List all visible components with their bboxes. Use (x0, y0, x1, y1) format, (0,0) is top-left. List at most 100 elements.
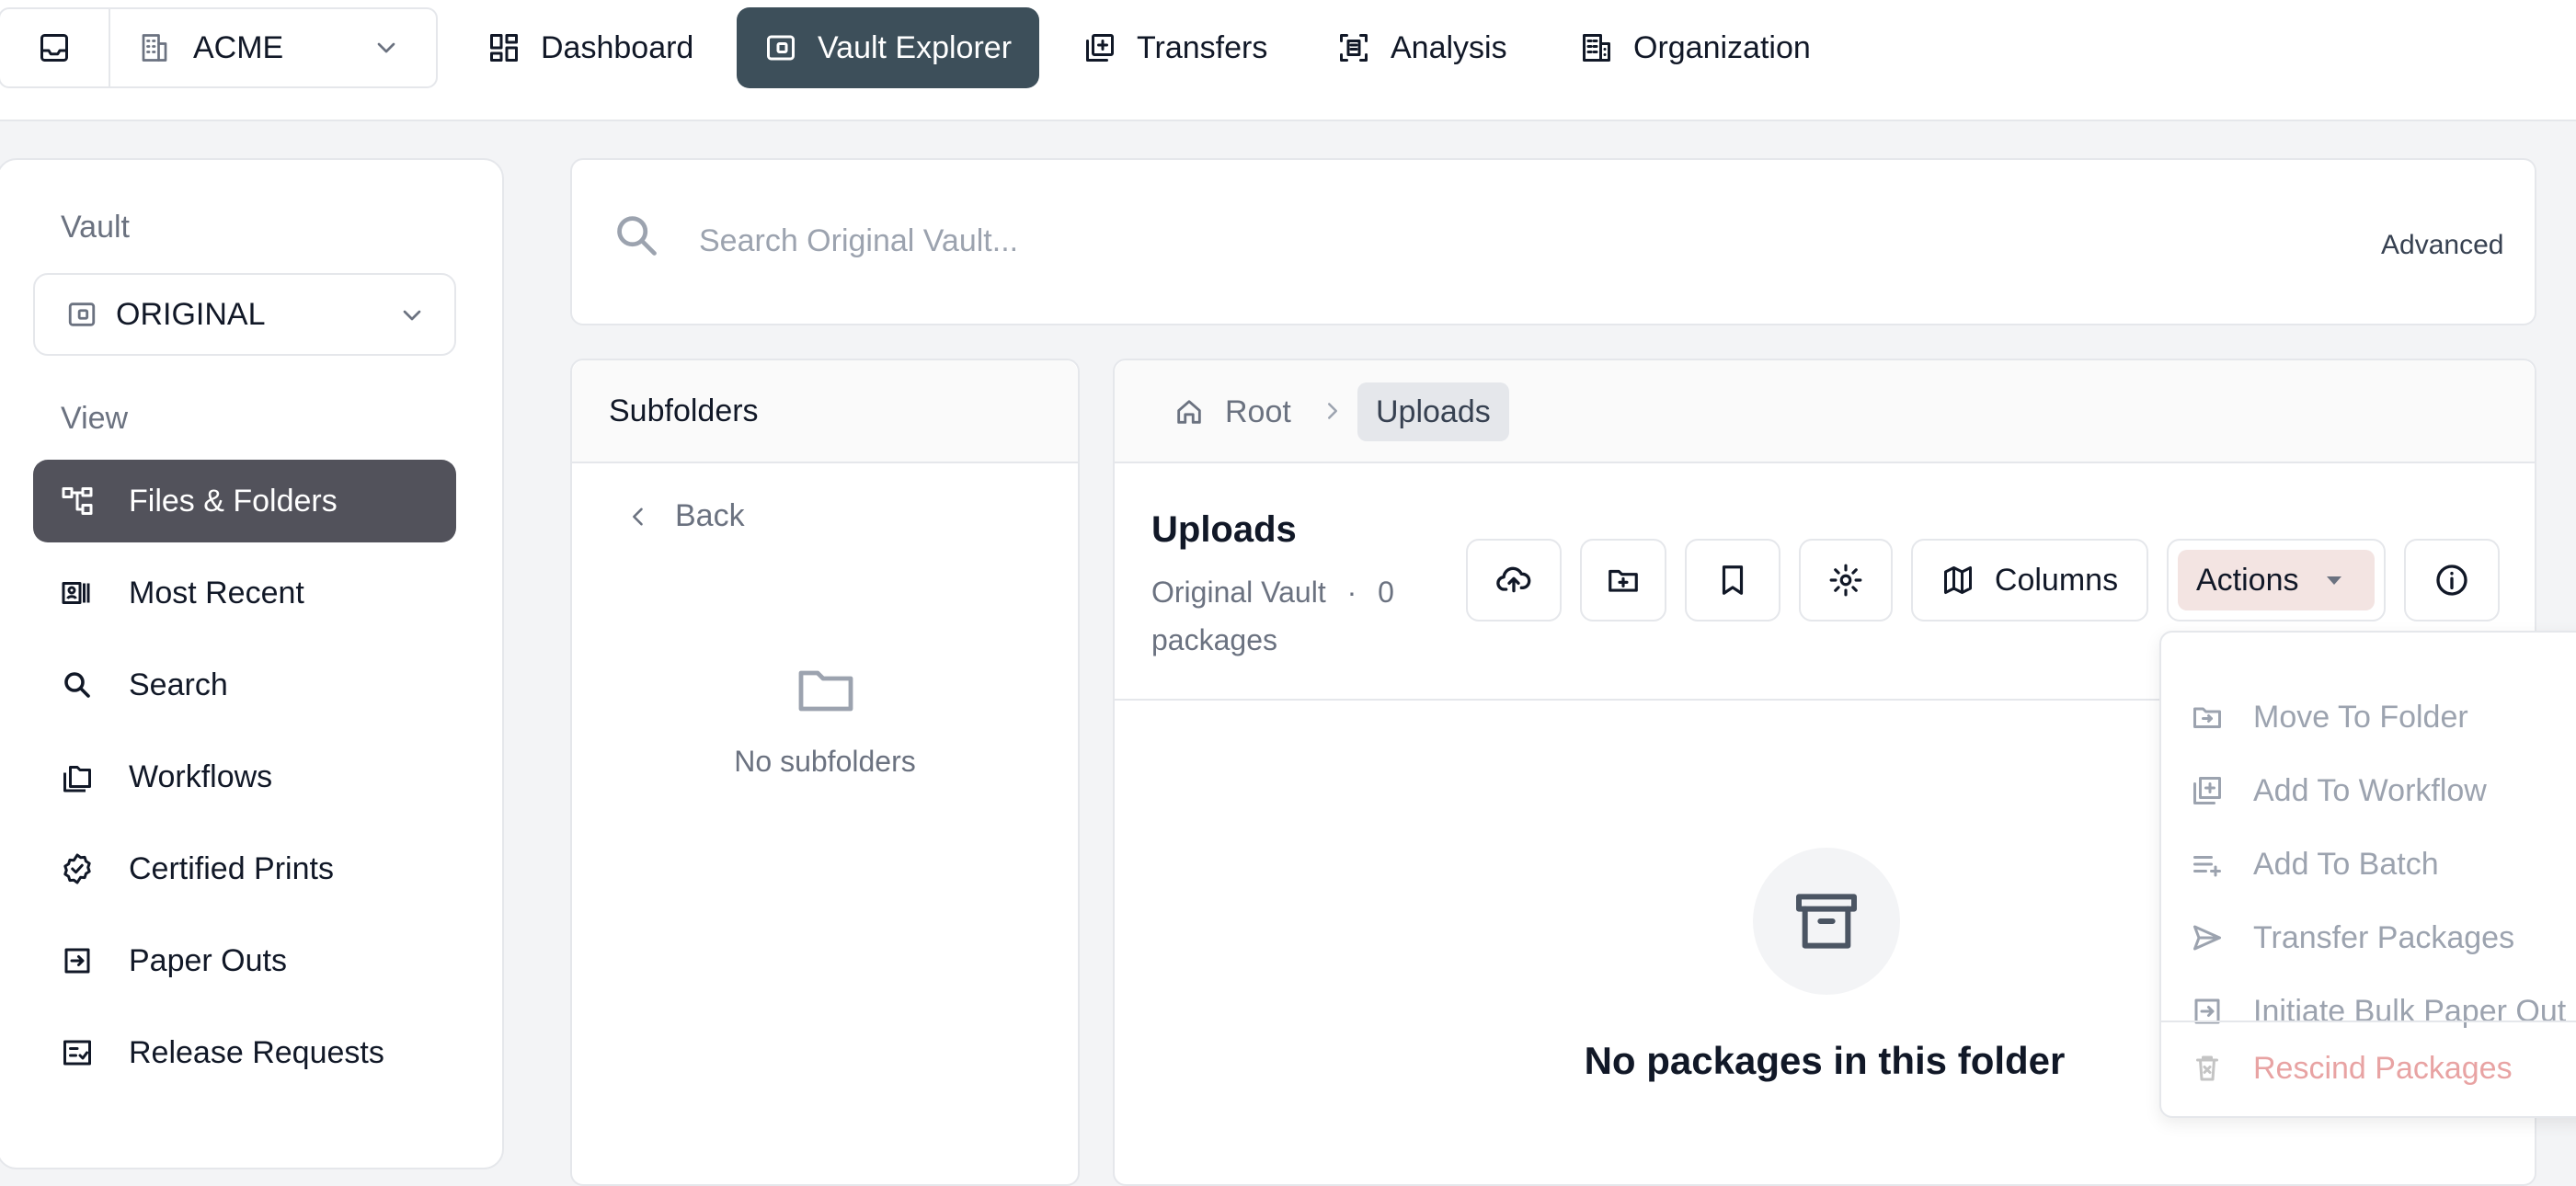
sidebar-item-label: Workflows (129, 758, 273, 794)
inbox-button[interactable] (0, 9, 110, 86)
vault-selected-value: ORIGINAL (116, 296, 266, 332)
tab-label: Transfers (1137, 29, 1268, 65)
folder-plus-icon (1606, 563, 1641, 598)
breadcrumb-root[interactable]: Root (1174, 388, 1291, 436)
send-icon (2191, 921, 2224, 954)
breadcrumb: Root Uploads (1115, 360, 2535, 463)
menu-item-label: Transfer Packages (2253, 919, 2515, 955)
folder-meta: Original Vault · 0 packages (1151, 568, 1427, 664)
meta-separator: · (1346, 576, 1357, 609)
sidebar-item-certified-prints[interactable]: Certified Prints (33, 827, 456, 910)
tab-vault-explorer[interactable]: Vault Explorer (737, 7, 1040, 88)
tab-label: Vault Explorer (818, 29, 1013, 65)
org-select[interactable]: ACME (138, 9, 283, 86)
actions-button[interactable]: Actions (2178, 550, 2375, 610)
certified-badge-icon (61, 852, 94, 885)
menu-item-move-to-folder[interactable]: Move To Folder (2161, 680, 2576, 754)
menu-item-label: Add To Workflow (2253, 772, 2487, 808)
analysis-icon (1337, 31, 1370, 64)
sidebar-item-paper-outs[interactable]: Paper Outs (33, 919, 456, 1002)
actions-dropdown: Actions (2167, 539, 2386, 622)
upload-button[interactable] (1466, 539, 1562, 622)
sidebar-item-label: Paper Outs (129, 942, 287, 978)
add-to-workflow-icon (2191, 774, 2224, 807)
map-icon (1941, 564, 1975, 597)
tab-label: Dashboard (541, 29, 694, 65)
menu-item-rescind-packages[interactable]: Rescind Packages (2161, 1032, 2576, 1105)
package-word: packages (1151, 623, 1277, 656)
folder-title: Uploads (1151, 509, 1297, 550)
menu-item-add-to-batch[interactable]: Add To Batch (2161, 827, 2576, 901)
vault-select[interactable]: ORIGINAL (33, 273, 456, 356)
menu-item-add-to-workflow[interactable]: Add To Workflow (2161, 754, 2576, 827)
actions-menu: Move To Folder Add To Workflow Add To Ba… (2159, 631, 2576, 1118)
sidebar-item-label: Files & Folders (129, 483, 338, 519)
vault-name: Original Vault (1151, 576, 1326, 609)
release-request-icon (61, 1036, 94, 1069)
trash-icon (2191, 1052, 2224, 1085)
menu-divider (2161, 1021, 2576, 1022)
recent-icon (61, 576, 94, 610)
menu-item-transfer-packages[interactable]: Transfer Packages (2161, 901, 2576, 975)
tab-label: Organization (1633, 29, 1811, 65)
tab-organization[interactable]: Organization (1552, 7, 1838, 88)
search-icon (61, 668, 94, 701)
building-icon (1580, 31, 1613, 64)
menu-item-label: Initiate Bulk Paper Out (2253, 993, 2567, 1029)
sidebar-item-label: Search (129, 667, 228, 702)
bookmark-button[interactable] (1685, 539, 1780, 622)
info-button[interactable] (2404, 539, 2500, 622)
subfolders-panel: Subfolders Back No subfolders (570, 359, 1080, 1186)
menu-item-label: Rescind Packages (2253, 1050, 2513, 1086)
sidebar-item-search[interactable]: Search (33, 644, 456, 726)
hierarchy-icon (61, 485, 94, 518)
org-name: ACME (193, 29, 284, 65)
back-label: Back (675, 498, 745, 533)
transfers-icon (1083, 31, 1116, 64)
no-subfolders-text: No subfolders (734, 745, 916, 778)
archive-icon (1790, 884, 1863, 958)
tab-label: Analysis (1391, 29, 1507, 65)
sidebar-item-release-requests[interactable]: Release Requests (33, 1011, 456, 1094)
gear-icon (1828, 563, 1863, 598)
sidebar-item-label: Certified Prints (129, 850, 334, 886)
vault-icon (764, 31, 797, 64)
columns-button[interactable]: Columns (1911, 539, 2148, 622)
sidebar-item-label: Release Requests (129, 1034, 384, 1070)
cloud-upload-icon (1495, 562, 1532, 599)
menu-item-label: Add To Batch (2253, 846, 2439, 882)
chevron-right-icon (1319, 397, 1346, 425)
chevron-down-icon (372, 33, 401, 63)
tab-transfers[interactable]: Transfers (1056, 7, 1295, 88)
search-icon (613, 211, 660, 259)
advanced-search-link[interactable]: Advanced (2381, 230, 2503, 261)
breadcrumb-root-label: Root (1225, 393, 1291, 429)
empty-state-badge (1753, 848, 1900, 995)
inbox-icon (38, 31, 71, 64)
building-icon (138, 31, 171, 64)
home-icon (1174, 396, 1205, 428)
sidebar-item-most-recent[interactable]: Most Recent (33, 552, 456, 634)
columns-label: Columns (1994, 562, 2119, 598)
chevron-down-icon (397, 301, 427, 330)
caret-down-icon (2325, 574, 2343, 587)
settings-button[interactable] (1799, 539, 1893, 622)
package-count: 0 (1378, 576, 1394, 609)
tab-dashboard[interactable]: Dashboard (460, 7, 721, 88)
breadcrumb-current[interactable]: Uploads (1357, 382, 1509, 441)
sidebar-item-files-folders[interactable]: Files & Folders (33, 460, 456, 542)
new-folder-button[interactable] (1580, 539, 1666, 622)
dashboard-icon (487, 31, 521, 64)
actions-label: Actions (2196, 562, 2299, 598)
sidebar-item-workflows[interactable]: Workflows (33, 736, 456, 818)
search-input[interactable] (699, 204, 2170, 278)
back-button[interactable]: Back (625, 498, 745, 534)
paper-out-icon (61, 944, 94, 977)
add-to-batch-icon (2191, 848, 2224, 881)
view-section-label: View (61, 401, 129, 436)
info-icon (2433, 562, 2470, 599)
chevron-left-icon (625, 504, 651, 530)
menu-item-label: Move To Folder (2253, 699, 2468, 735)
org-switcher-group: ACME (0, 7, 438, 88)
tab-analysis[interactable]: Analysis (1310, 7, 1535, 88)
